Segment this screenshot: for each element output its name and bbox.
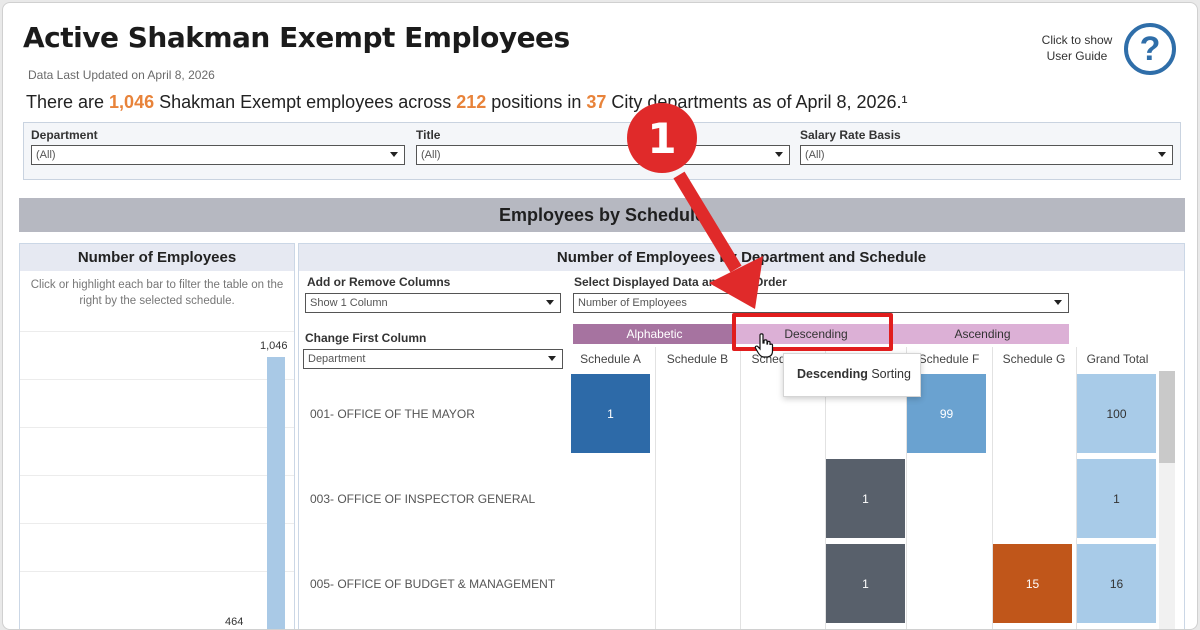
table-cell[interactable]: 1 <box>826 544 905 623</box>
title-select[interactable]: (All) <box>416 145 790 165</box>
column-divider <box>740 347 741 629</box>
add-remove-columns-select[interactable]: Show 1 Column <box>305 293 561 313</box>
gridline <box>20 331 294 332</box>
column-divider <box>655 347 656 629</box>
help-icon[interactable]: ? <box>1124 23 1176 75</box>
summary-sentence: There are 1,046 Shakman Exempt employees… <box>26 92 908 112</box>
schedule-bar[interactable] <box>267 357 285 629</box>
chevron-down-icon <box>546 300 554 305</box>
gridline <box>20 427 294 428</box>
table-scrollbar[interactable] <box>1159 371 1175 629</box>
gridline <box>20 379 294 380</box>
department-filter-label: Department <box>31 128 98 142</box>
scrollbar-thumb[interactable] <box>1159 371 1175 463</box>
chevron-down-icon <box>390 152 398 157</box>
displayed-data-select[interactable]: Number of Employees <box>573 293 1069 313</box>
title-filter: Title (All) <box>416 128 790 165</box>
column-header[interactable]: Schedule B <box>655 347 740 372</box>
department-name[interactable]: 001- OFFICE OF THE MAYOR <box>310 407 475 421</box>
chevron-down-icon <box>1158 152 1166 157</box>
sort-ascending-button[interactable]: Ascending <box>896 324 1069 344</box>
change-first-column-label: Change First Column <box>305 331 427 345</box>
department-schedule-panel: Number of Employees by Department and Sc… <box>298 243 1185 629</box>
chevron-down-icon <box>775 152 783 157</box>
title-filter-label: Title <box>416 128 441 142</box>
table-cell[interactable]: 1 <box>826 459 905 538</box>
salary-select[interactable]: (All) <box>800 145 1173 165</box>
department-name[interactable]: 003- OFFICE OF INSPECTOR GENERAL <box>310 492 535 506</box>
data-updated-text: Data Last Updated on April 8, 2026 <box>28 68 215 82</box>
bar-value-label: 1,046 <box>260 340 288 352</box>
first-column-select[interactable]: Department <box>303 349 563 369</box>
sort-alphabetic-button[interactable]: Alphabetic <box>573 324 736 344</box>
department-name[interactable]: 005- OFFICE OF BUDGET & MANAGEMENT <box>310 577 555 591</box>
gridline <box>20 475 294 476</box>
right-panel-title: Number of Employees by Department and Sc… <box>299 244 1184 271</box>
table-cell[interactable]: 100 <box>1077 374 1156 453</box>
add-remove-columns-label: Add or Remove Columns <box>307 275 451 289</box>
salary-filter-label: Salary Rate Basis <box>800 128 901 142</box>
employee-count: 1,046 <box>109 92 155 112</box>
step-badge: 1 <box>627 103 697 173</box>
hand-cursor-icon <box>754 333 774 358</box>
department-filter: Department (All) <box>31 128 405 165</box>
left-panel-title: Number of Employees <box>20 244 294 271</box>
gridline <box>20 523 294 524</box>
bar-value-label: 464 <box>225 616 244 628</box>
column-header[interactable]: Grand Total <box>1076 347 1159 372</box>
sort-tooltip: Descending Sorting <box>783 353 921 397</box>
department-count: 37 <box>586 92 607 112</box>
section-title: Employees by Schedule <box>19 198 1185 232</box>
department-select[interactable]: (All) <box>31 145 405 165</box>
chevron-down-icon <box>548 356 556 361</box>
dashboard-frame: Active Shakman Exempt Employees Data Las… <box>2 2 1198 630</box>
column-header[interactable]: Schedule G <box>992 347 1076 372</box>
table-cell[interactable]: 16 <box>1077 544 1156 623</box>
salary-filter: Salary Rate Basis (All) <box>800 128 1173 165</box>
position-count: 212 <box>456 92 487 112</box>
chevron-down-icon <box>1054 300 1062 305</box>
left-panel-hint: Click or highlight each bar to filter th… <box>30 279 284 307</box>
number-of-employees-panel: Number of Employees Click or highlight e… <box>19 243 295 629</box>
gridline <box>20 571 294 572</box>
select-displayed-data-label: Select Displayed Data and Sort Order <box>574 275 787 289</box>
page-title: Active Shakman Exempt Employees <box>23 21 570 54</box>
filter-bar: Department (All) Title (All) Salary Rate… <box>23 122 1181 180</box>
user-guide-text[interactable]: Click to show User Guide <box>1033 32 1121 64</box>
table-cell[interactable]: 15 <box>993 544 1072 623</box>
table-cell[interactable]: 1 <box>1077 459 1156 538</box>
column-header[interactable]: Schedule A <box>570 347 651 372</box>
table-cell[interactable]: 1 <box>571 374 650 453</box>
